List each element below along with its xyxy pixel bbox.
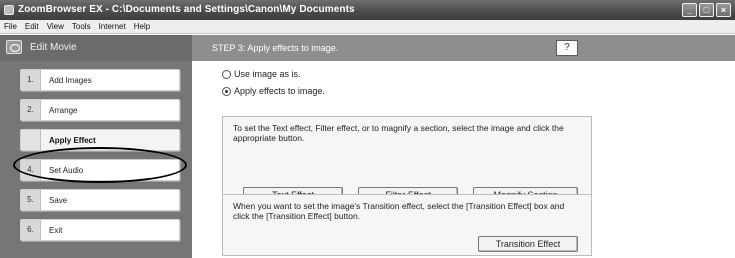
- main-panel: Use image as is. Apply effects to image.…: [192, 61, 735, 258]
- radio-circle[interactable]: [222, 69, 231, 79]
- step-save[interactable]: 5. Save: [20, 189, 180, 211]
- help-button[interactable]: ?: [556, 40, 578, 56]
- menu-help[interactable]: Help: [134, 22, 150, 31]
- step-arrange[interactable]: 2. Arrange: [20, 99, 180, 121]
- minimize-button[interactable]: _: [682, 3, 697, 17]
- transition-effect-button[interactable]: Transition Effect: [478, 236, 578, 252]
- transition-group: When you want to set the image's Transit…: [222, 194, 592, 256]
- transition-description: When you want to set the image's Transit…: [233, 201, 565, 221]
- step-number: 2.: [21, 100, 41, 120]
- step-add-images[interactable]: 1. Add Images: [20, 69, 180, 91]
- close-button[interactable]: ×: [716, 3, 731, 17]
- menu-file[interactable]: File: [4, 22, 17, 31]
- menu-bar: File Edit View Tools Internet Help: [0, 20, 735, 34]
- step-number: 5.: [21, 190, 41, 210]
- step-title: STEP 3: Apply effects to image.: [212, 43, 339, 53]
- step-apply-effect[interactable]: 3. Apply Effect: [20, 129, 180, 151]
- step-set-audio[interactable]: 4. Set Audio: [20, 159, 180, 181]
- steps-sidebar: 1. Add Images 2. Arrange 3. Apply Effect…: [0, 61, 192, 258]
- menu-tools[interactable]: Tools: [72, 22, 91, 31]
- effects-description: To set the Text effect, Filter effect, o…: [233, 123, 564, 143]
- step-number: 6.: [21, 220, 41, 240]
- radio-circle-selected[interactable]: [222, 86, 231, 96]
- step-exit[interactable]: 6. Exit: [20, 219, 180, 241]
- step-number: 4.: [21, 160, 41, 180]
- step-label: Apply Effect: [49, 136, 96, 145]
- effects-group: To set the Text effect, Filter effect, o…: [222, 116, 592, 206]
- movie-icon: [6, 40, 22, 54]
- title-bar: ZoomBrowser EX - C:\Documents and Settin…: [0, 0, 735, 20]
- radio-label: Use image as is.: [234, 69, 301, 79]
- edit-movie-label: Edit Movie: [30, 42, 77, 53]
- menu-view[interactable]: View: [47, 22, 64, 31]
- step-number: 1.: [21, 70, 41, 90]
- radio-label: Apply effects to image.: [234, 86, 325, 96]
- step-label: Arrange: [49, 106, 78, 115]
- step-label: Exit: [49, 226, 63, 235]
- step-label: Add Images: [49, 76, 92, 85]
- step-label: Set Audio: [49, 166, 84, 175]
- step-label: Save: [49, 196, 68, 205]
- window-title: ZoomBrowser EX - C:\Documents and Settin…: [18, 4, 355, 15]
- window-controls: _ □ ×: [682, 3, 731, 17]
- menu-internet[interactable]: Internet: [99, 22, 126, 31]
- step-number: 3.: [21, 130, 41, 150]
- radio-apply-effects[interactable]: Apply effects to image.: [222, 86, 325, 96]
- maximize-button[interactable]: □: [699, 3, 714, 17]
- app-icon: [4, 5, 14, 15]
- radio-use-as-is[interactable]: Use image as is.: [222, 69, 301, 79]
- edit-movie-header: Edit Movie: [0, 35, 192, 61]
- menu-edit[interactable]: Edit: [25, 22, 39, 31]
- step-header: STEP 3: Apply effects to image. ?: [192, 35, 735, 61]
